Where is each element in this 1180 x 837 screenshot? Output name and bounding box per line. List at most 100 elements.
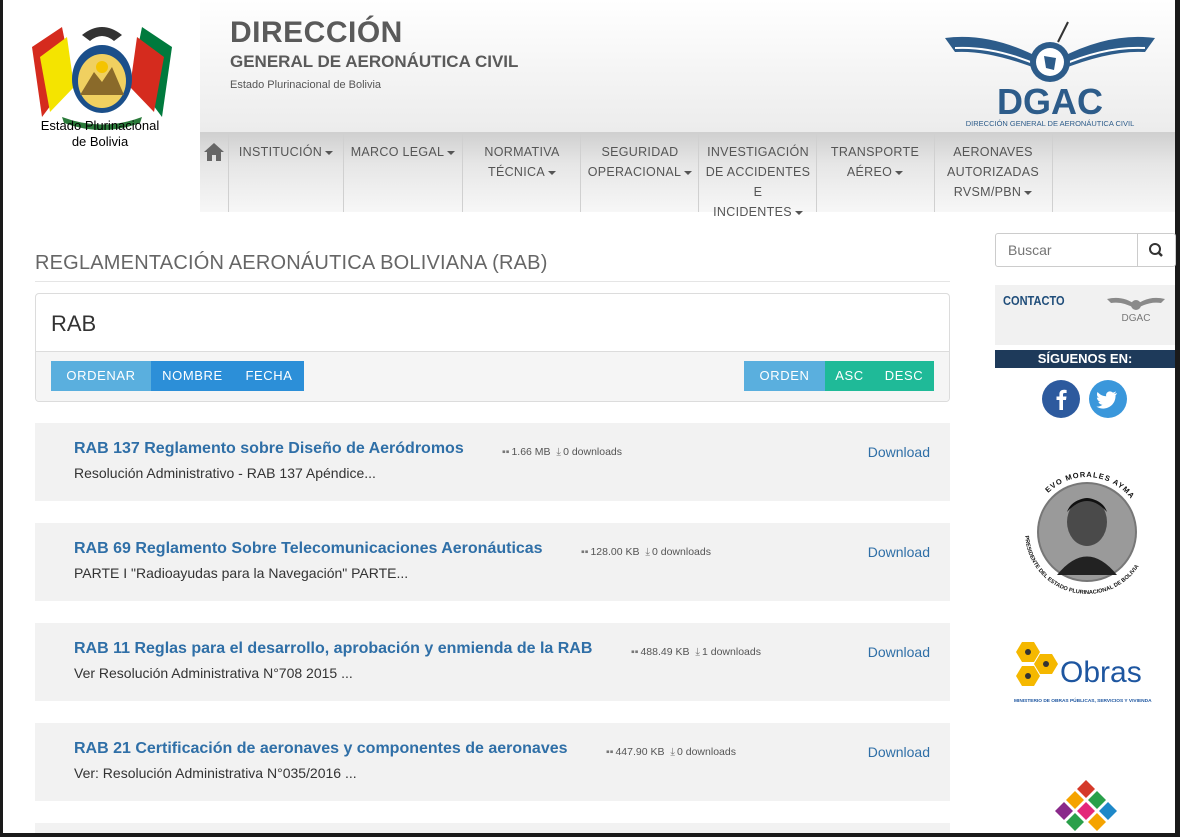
download-link[interactable]: Download: [868, 744, 930, 760]
document-title-link[interactable]: RAB 21 Certificación de aeronaves y comp…: [74, 740, 568, 758]
nav-separator: [698, 134, 699, 212]
nav-separator: [462, 134, 463, 212]
caret-down-icon: [547, 170, 556, 175]
site-tagline: Estado Plurinacional de Bolivia: [230, 79, 382, 91]
document-meta: ▪▪ 488.49 KB ⤓ 1 downloads: [631, 646, 761, 659]
download-count-icon: ⤓: [645, 546, 650, 558]
list-item: RAB 69 Reglamento Sobre Telecomunicacion…: [35, 523, 950, 601]
follow-us-heading: SÍGUENOS EN:: [995, 350, 1175, 368]
coat-caption: Estado Plurinacional de Bolivia: [22, 118, 178, 150]
plurinational-decorative-logo: [1055, 780, 1117, 831]
nav-item-normativa-tecnica[interactable]: NORMATIVA TÉCNICA: [465, 142, 579, 182]
download-link[interactable]: Download: [868, 644, 930, 660]
caret-down-icon: [325, 150, 334, 155]
file-size-icon: ▪▪: [631, 646, 639, 658]
orden-label: ORDEN: [744, 361, 825, 391]
sort-by-date-button[interactable]: FECHA: [234, 361, 304, 391]
download-link[interactable]: Download: [868, 544, 930, 560]
nav-item-seguridad-operacional[interactable]: SEGURIDAD OPERACIONAL: [583, 142, 697, 182]
nav-label: DE ACCIDENTES E: [705, 165, 811, 199]
file-size: 447.90 KB: [615, 746, 665, 758]
nav-item-aeronaves-autorizadas[interactable]: AERONAVES AUTORIZADAS RVSM/PBN: [936, 142, 1050, 202]
category-title: RAB: [51, 311, 97, 336]
president-portrait-badge[interactable]: EVO MORALES AYMA PRESIDENTE DEL ESTADO P…: [1017, 460, 1157, 600]
document-title-link[interactable]: RAB 11 Reglas para el desarrollo, aproba…: [74, 640, 592, 658]
search-icon: [1149, 243, 1163, 257]
dgac-logo[interactable]: DGAC DIRECCIÓN GENERAL DE AERONÁUTICA CI…: [940, 18, 1160, 130]
nav-separator: [343, 134, 344, 212]
download-count-icon: ⤓: [695, 646, 700, 658]
dgac-logo-subtext: DIRECCIÓN GENERAL DE AERONÁUTICA CIVIL: [966, 119, 1135, 128]
nav-separator: [816, 134, 817, 212]
twitter-icon[interactable]: [1089, 380, 1127, 418]
file-size-icon: ▪▪: [502, 446, 510, 458]
search-button[interactable]: [1137, 234, 1175, 266]
nav-label: RVSM/PBN: [953, 185, 1022, 199]
nav-label: SEGURIDAD: [601, 145, 679, 159]
nav-label: NORMATIVA: [484, 145, 560, 159]
nav-item-institucion[interactable]: INSTITUCIÓN: [232, 142, 340, 162]
window-frame-right: [1175, 0, 1180, 837]
caret-down-icon: [794, 210, 803, 215]
nav-item-transporte-aereo[interactable]: TRANSPORTE AÉREO: [818, 142, 932, 182]
document-description: Ver: Resolución Administrativa N°035/201…: [74, 765, 357, 781]
facebook-icon[interactable]: [1042, 380, 1080, 418]
nav-label: INCIDENTES: [713, 205, 792, 219]
list-item: RAB 137 Reglamento sobre Diseño de Aeród…: [35, 423, 950, 501]
obras-logo-text: Obras: [1060, 656, 1142, 689]
document-description: PARTE I "Radioayudas para la Navegación"…: [74, 565, 409, 581]
nav-separator: [228, 134, 229, 212]
facebook-glyph: [1056, 389, 1067, 410]
coat-caption-line-1: Estado Plurinacional: [40, 118, 160, 133]
contact-banner[interactable]: CONTACTO DGAC: [995, 285, 1175, 345]
panel-header: RAB: [36, 294, 949, 352]
nav-label: AUTORIZADAS: [947, 165, 1039, 179]
nav-item-marco-legal[interactable]: MARCO LEGAL: [346, 142, 460, 162]
list-item: RAB 11 Reglas para el desarrollo, aproba…: [35, 623, 950, 701]
site-title: DIRECCIÓN: [230, 16, 403, 49]
document-title-link[interactable]: RAB 137 Reglamento sobre Diseño de Aeród…: [74, 440, 464, 458]
file-size: 128.00 KB: [590, 546, 640, 558]
file-size-icon: ▪▪: [606, 746, 614, 758]
list-item: RAB 21 Certificación de aeronaves y comp…: [35, 723, 950, 801]
caret-down-icon: [684, 170, 693, 175]
download-count: 0 downloads: [652, 546, 711, 558]
dgac-small-logo-text: DGAC: [1122, 313, 1151, 324]
nav-label: OPERACIONAL: [587, 165, 682, 179]
download-count: 1 downloads: [702, 646, 761, 658]
caret-down-icon: [447, 150, 456, 155]
file-size-icon: ▪▪: [581, 546, 589, 558]
obras-ministry-logo[interactable]: Obras MINISTERIO DE OBRAS PÚBLICAS, SERV…: [1008, 640, 1163, 710]
nav-separator: [580, 134, 581, 212]
file-size: 488.49 KB: [640, 646, 690, 658]
document-meta: ▪▪ 447.90 KB ⤓ 0 downloads: [606, 746, 736, 759]
window-frame-left: [0, 0, 3, 837]
nav-separator: [934, 134, 935, 212]
site-subtitle: GENERAL DE AERONÁUTICA CIVIL: [230, 52, 519, 71]
dgac-logo-text: DGAC: [997, 81, 1103, 122]
caret-down-icon: [895, 170, 904, 175]
nav-label: AÉREO: [846, 165, 893, 179]
ordenar-label: ORDENAR: [51, 361, 151, 391]
nav-item-investigacion[interactable]: INVESTIGACIÓN DE ACCIDENTES E INCIDENTES: [700, 142, 816, 222]
dgac-small-logo: DGAC: [1107, 297, 1165, 324]
nav-label: TRANSPORTE: [830, 145, 920, 159]
nav-label: MARCO LEGAL: [350, 145, 445, 159]
nav-label: TÉCNICA: [488, 165, 545, 179]
download-count: 0 downloads: [563, 446, 623, 458]
download-count: 0 downloads: [677, 746, 736, 758]
sort-by-name-button[interactable]: NOMBRE: [151, 361, 234, 391]
document-title-link[interactable]: RAB 69 Reglamento Sobre Telecomunicacion…: [74, 540, 543, 558]
search-input[interactable]: [996, 234, 1136, 266]
search-box: [995, 233, 1176, 267]
document-description: Resolución Administrativo - RAB 137 Apén…: [74, 465, 376, 481]
document-meta: ▪▪ 1.66 MB ⤓ 0 downloads: [502, 446, 622, 459]
file-size: 1.66 MB: [511, 446, 551, 458]
coat-caption-line-2: de Bolivia: [71, 134, 129, 149]
home-icon[interactable]: [203, 142, 225, 162]
obras-logo-subtext: MINISTERIO DE OBRAS PÚBLICAS, SERVICIOS …: [1014, 697, 1152, 704]
download-link[interactable]: Download: [868, 444, 930, 460]
sort-asc-button[interactable]: ASC: [825, 361, 874, 391]
window-frame-bottom: [0, 833, 1180, 837]
sort-desc-button[interactable]: DESC: [874, 361, 934, 391]
